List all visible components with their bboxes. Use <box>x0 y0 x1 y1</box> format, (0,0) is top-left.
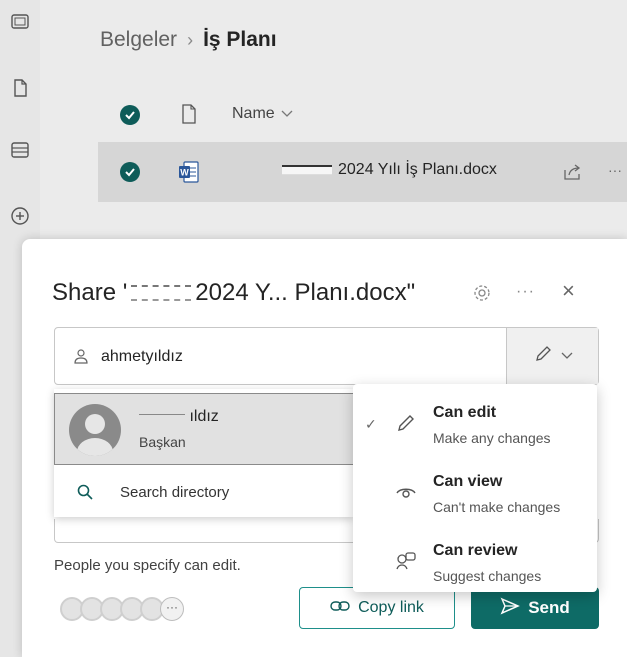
permission-dropdown-button[interactable] <box>506 328 598 384</box>
permission-label: Can view <box>433 473 503 490</box>
pencil-icon <box>533 344 553 369</box>
svg-text:W: W <box>180 168 189 178</box>
search-directory-label: Search directory <box>120 484 230 501</box>
pencil-icon <box>395 412 417 434</box>
row-check-icon[interactable] <box>120 162 140 182</box>
search-directory[interactable]: Search directory <box>54 475 354 515</box>
file-row[interactable]: W 2024 Yılı İş Planı.docx ··· <box>98 142 627 202</box>
document-icon[interactable] <box>10 78 30 98</box>
breadcrumb: Belgeler › İş Planı <box>100 28 277 52</box>
dialog-title: Share ' 2024 Y... Planı.docx" <box>52 279 415 307</box>
review-icon <box>395 550 417 572</box>
search-icon <box>76 483 94 501</box>
more-people-button[interactable]: ··· <box>160 597 184 621</box>
suggestion-name: ıldız <box>139 408 219 426</box>
breadcrumb-current: İş Planı <box>203 28 277 51</box>
avatar <box>69 404 121 456</box>
suggestion-name-text: ıldız <box>189 408 219 425</box>
permission-description: Can't make changes <box>433 499 561 515</box>
close-icon[interactable]: × <box>562 280 575 302</box>
dialog-title-filename: 2024 Y... Planı.docx" <box>195 279 416 306</box>
word-file-icon: W <box>178 160 200 189</box>
redacted-text <box>282 165 332 175</box>
chevron-down-icon <box>561 347 573 365</box>
breadcrumb-root[interactable]: Belgeler <box>100 28 177 52</box>
suggestion-person[interactable]: ıldız Başkan <box>54 393 354 465</box>
send-label: Send <box>528 598 570 617</box>
check-icon: ✓ <box>365 416 377 432</box>
select-all-check-icon[interactable] <box>120 105 140 125</box>
suggestion-title: Başkan <box>139 434 186 450</box>
link-icon <box>330 599 350 618</box>
permission-description: Suggest changes <box>433 568 542 584</box>
permission-option-can-review[interactable]: Can review Suggest changes <box>353 528 597 590</box>
share-icon[interactable] <box>562 162 582 187</box>
people-note: People you specify can edit. <box>54 557 241 574</box>
redacted-text <box>139 413 185 420</box>
permission-label: Can edit <box>433 404 497 421</box>
permission-menu: ✓ Can edit Make any changes Can view Can… <box>353 384 597 592</box>
add-icon[interactable] <box>10 206 30 226</box>
list-header-checkbox[interactable] <box>120 100 140 130</box>
redacted-text <box>131 285 192 301</box>
dialog-more-button[interactable]: ··· <box>516 283 535 301</box>
permission-option-can-view[interactable]: Can view Can't make changes <box>353 459 597 521</box>
shared-with-avatars[interactable]: ··· <box>60 595 186 625</box>
person-icon <box>73 348 89 364</box>
dialog-title-prefix: Share ' <box>52 279 128 306</box>
copy-link-button[interactable]: Copy link <box>299 587 455 629</box>
people-picker[interactable]: ahmetyıldız <box>54 327 599 385</box>
eye-icon <box>395 481 417 503</box>
copy-link-label: Copy link <box>358 599 424 616</box>
name-header-label: Name <box>232 105 275 122</box>
send-button[interactable]: Send <box>471 587 599 629</box>
file-name[interactable]: 2024 Yılı İş Planı.docx <box>282 161 497 179</box>
file-name-label: 2024 Yılı İş Planı.docx <box>338 161 497 178</box>
list-icon[interactable] <box>10 140 30 160</box>
chevron-down-icon <box>281 105 293 123</box>
permission-label: Can review <box>433 542 518 559</box>
apps-icon[interactable] <box>10 12 30 32</box>
send-icon <box>500 597 521 620</box>
gear-icon[interactable] <box>472 283 492 303</box>
permission-description: Make any changes <box>433 430 551 446</box>
people-suggestions: ıldız Başkan Search directory <box>54 389 354 517</box>
breadcrumb-separator: › <box>187 29 194 50</box>
row-more-button[interactable]: ··· <box>608 162 622 178</box>
people-input[interactable]: ahmetyıldız <box>101 348 183 366</box>
file-type-header-icon <box>180 104 198 129</box>
permission-option-can-edit[interactable]: ✓ Can edit Make any changes <box>353 390 597 452</box>
name-column-header[interactable]: Name <box>232 105 293 123</box>
